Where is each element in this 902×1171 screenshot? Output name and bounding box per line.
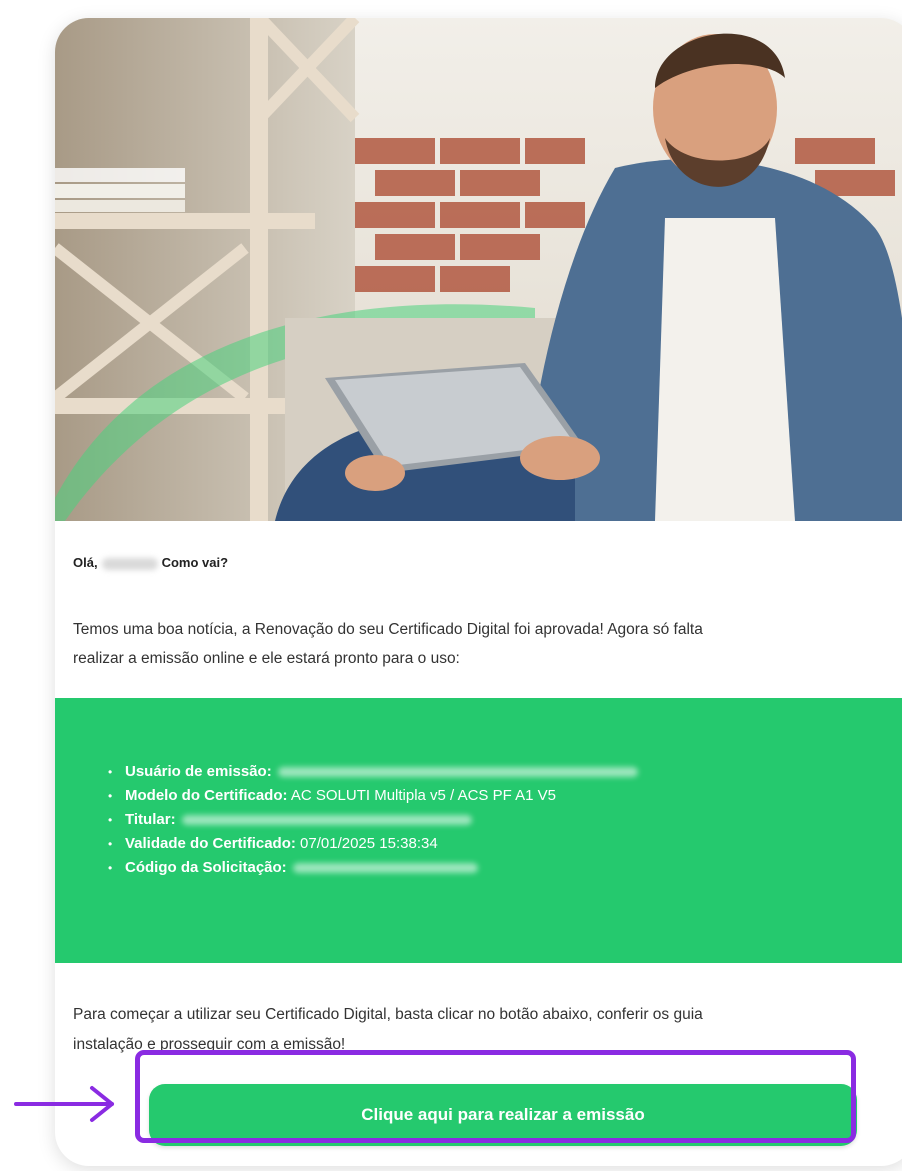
greeting-suffix: Como vai? xyxy=(161,555,229,570)
intro-line-1: Temos uma boa notícia, a Renovação do se… xyxy=(73,621,703,638)
detail-value: AC SOLUTI Multipla v5 / ACS PF A1 V5 xyxy=(290,787,556,804)
hero-illustration xyxy=(55,18,902,521)
arrow-right-icon xyxy=(14,1086,114,1122)
detail-label: Código da Solicitação: xyxy=(125,859,287,876)
redacted-value xyxy=(277,767,638,778)
email-card: Olá, Como vai? Temos uma boa notícia, a R… xyxy=(55,18,902,1166)
redacted-value xyxy=(292,863,478,874)
detail-modelo: Modelo do Certificado: AC SOLUTI Multipl… xyxy=(125,784,638,808)
hero-image xyxy=(55,18,902,521)
detail-label: Validade do Certificado: xyxy=(125,835,296,852)
detail-label: Usuário de emissão: xyxy=(125,763,272,780)
detail-label: Modelo do Certificado: xyxy=(125,787,288,804)
intro-line-2: realizar a emissão online e ele estará p… xyxy=(73,650,460,667)
detail-label: Titular: xyxy=(125,811,176,828)
greeting: Olá, Como vai? xyxy=(73,555,228,570)
intro-text: Temos uma boa notícia, a Renovação do se… xyxy=(73,615,902,673)
detail-value: 07/01/2025 15:38:34 xyxy=(300,835,438,852)
detail-validade: Validade do Certificado: 07/01/2025 15:3… xyxy=(125,832,638,856)
redacted-name xyxy=(101,557,158,570)
outro-line-1: Para começar a utilizar seu Certificado … xyxy=(73,1006,703,1023)
redacted-value xyxy=(181,815,472,826)
detail-usuario: Usuário de emissão: xyxy=(125,760,638,784)
highlight-box xyxy=(135,1050,856,1143)
detail-titular: Titular: xyxy=(125,808,638,832)
greeting-prefix: Olá, xyxy=(73,555,98,570)
details-list: Usuário de emissão: Modelo do Certificad… xyxy=(125,760,638,880)
detail-codigo: Código da Solicitação: xyxy=(125,856,638,880)
